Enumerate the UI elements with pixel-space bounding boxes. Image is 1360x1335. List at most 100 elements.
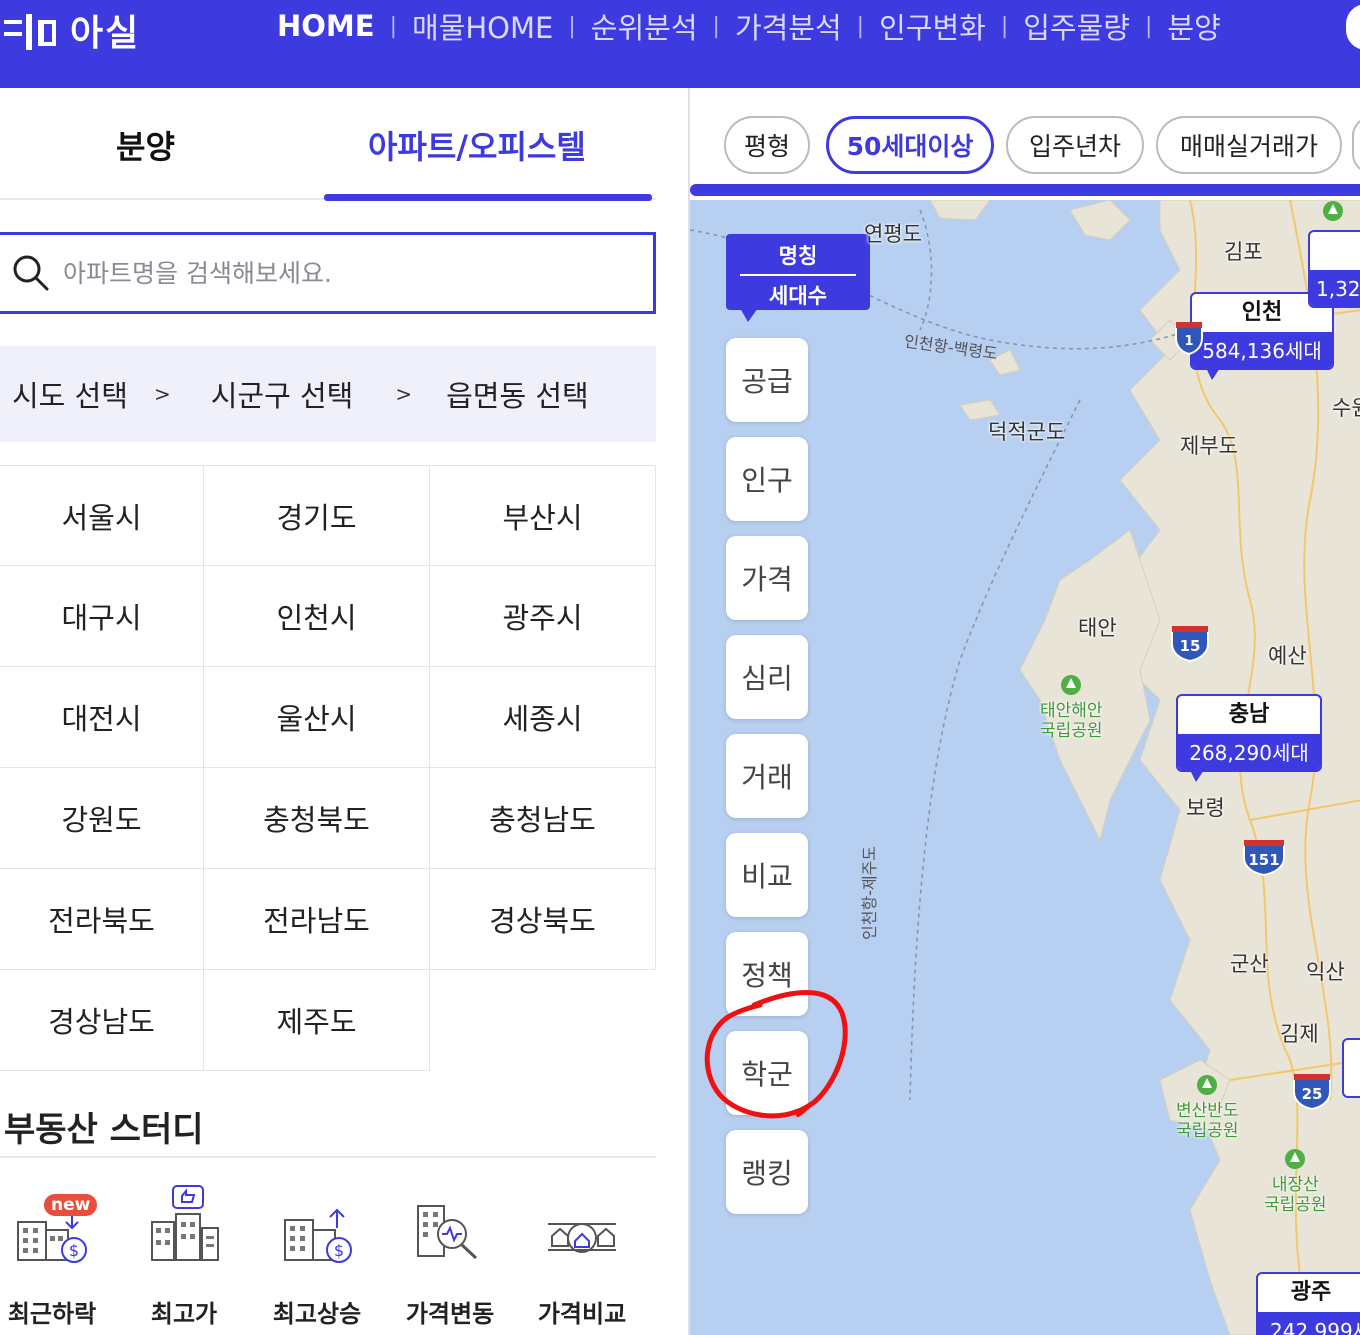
nav-separator: | [568, 13, 576, 39]
region-cell[interactable]: 강원도 [0, 768, 204, 869]
side-button-ranking[interactable]: 랭킹 [726, 1130, 808, 1214]
marker-count: 268,290세대 [1178, 734, 1320, 770]
legend-pointer [740, 308, 758, 322]
main-nav: HOME | 매물HOME | 순위분석 | 가격분석 | 인구변화 | 입주물… [262, 0, 1236, 52]
map-marker-gwangju[interactable]: 광주 242,999세 [1256, 1272, 1360, 1335]
filter-more[interactable] [1352, 116, 1360, 174]
svg-text:$: $ [69, 1241, 79, 1260]
region-cell[interactable]: 서울시 [0, 465, 204, 566]
filter-50-households[interactable]: 50세대이상 [826, 116, 994, 174]
ferry-route-label: 인천항-제주도 [860, 845, 879, 940]
building-thumbs-up-icon [151, 1185, 219, 1261]
breadcrumb-sigungu[interactable]: 시군구 선택 [211, 373, 354, 415]
nav-separator: | [1000, 13, 1009, 39]
side-button-price[interactable]: 가격 [726, 536, 808, 620]
map-marker-chungnam[interactable]: 충남 268,290세대 [1176, 694, 1322, 772]
study-section-title: 부동산 스터디 [4, 1110, 204, 1150]
study-item-highest-rise[interactable]: $ 최고상승 [257, 1184, 377, 1334]
svg-text:$: $ [334, 1241, 344, 1260]
building-magnifier-icon [417, 1205, 478, 1260]
map-filter-bar: 평형 50세대이상 입주년차 매매실거래가 [690, 88, 1360, 200]
search-icon[interactable] [11, 253, 51, 293]
region-cell[interactable]: 충청북도 [204, 768, 430, 869]
left-panel: 분양 아파트/오피스텔 시도 선택 > 시군구 선택 > 읍면동 선택 서울시 … [0, 88, 688, 1335]
park-name: 변산반도 국립공원 [1176, 1101, 1239, 1141]
side-button-compare[interactable]: 비교 [726, 833, 808, 917]
place-label: 김포 [1224, 240, 1263, 264]
region-cell[interactable]: 세종시 [430, 667, 656, 768]
nav-population[interactable]: 인구변화 [864, 5, 1001, 47]
map-legend: 명칭 세대수 [726, 234, 870, 310]
marker-name: 충남 [1228, 702, 1270, 727]
logo-mark-icon [0, 10, 58, 50]
study-item-price-compare[interactable]: 가격비교 [522, 1184, 642, 1334]
region-cell[interactable]: 울산시 [204, 667, 430, 768]
place-label: 제부도 [1180, 434, 1238, 458]
side-button-supply[interactable]: 공급 [726, 338, 808, 422]
region-cell[interactable]: 충청남도 [430, 768, 656, 869]
side-button-transaction[interactable]: 거래 [726, 734, 808, 818]
study-item-label: 최근하락 [7, 1300, 97, 1328]
map-marker-partial[interactable] [1342, 1038, 1360, 1098]
top-navigation-bar: 아실 HOME | 매물HOME | 순위분석 | 가격분석 | 인구변화 | … [0, 0, 1360, 88]
region-cell[interactable]: 경상북도 [430, 869, 656, 970]
region-cell[interactable]: 전라남도 [204, 869, 430, 970]
nav-separator: | [389, 13, 398, 39]
place-label: 태안 [1078, 616, 1117, 640]
study-item-label: 가격비교 [537, 1300, 627, 1328]
filter-size[interactable]: 평형 [724, 116, 810, 174]
region-cell[interactable]: 부산시 [430, 465, 656, 566]
legend-divider [740, 274, 856, 276]
filter-move-in-year[interactable]: 입주년차 [1006, 116, 1144, 174]
highway-shield-icon: 15 [1171, 626, 1209, 662]
highway-shield-icon: 151 [1243, 840, 1285, 876]
highway-number: 1 [1184, 334, 1193, 349]
highway-number: 25 [1302, 1085, 1323, 1103]
side-button-sentiment[interactable]: 심리 [726, 635, 808, 719]
map-area[interactable]: 평형 50세대이상 입주년차 매매실거래가 명칭 세대수 공급 인구 가격 심리… [688, 88, 1360, 1335]
nav-price[interactable]: 가격분석 [720, 5, 857, 47]
nav-listing-home[interactable]: 매물HOME [397, 5, 568, 47]
region-breadcrumb: 시도 선택 > 시군구 선택 > 읍면동 선택 [0, 346, 656, 442]
filter-sale-price[interactable]: 매매실거래가 [1156, 116, 1342, 174]
nav-presale[interactable]: 분양 [1152, 5, 1235, 47]
nav-supply[interactable]: 입주물량 [1008, 5, 1145, 47]
study-menu: new $ 최근하락 최고가 $ 최고상승 가격변동 가격비교 [0, 1184, 656, 1334]
tab-apartment-officetel[interactable]: 아파트/오피스텔 [368, 122, 586, 168]
park-icon [1061, 675, 1082, 695]
region-cell[interactable]: 대전시 [0, 667, 204, 768]
park-icon [1285, 1149, 1306, 1169]
nav-home[interactable]: HOME [262, 9, 390, 43]
region-cell[interactable]: 인천시 [204, 566, 430, 667]
region-cell[interactable]: 광주시 [430, 566, 656, 667]
map-marker-partial[interactable]: 1,322 [1308, 230, 1360, 308]
side-button-population[interactable]: 인구 [726, 437, 808, 521]
region-cell[interactable]: 대구시 [0, 566, 204, 667]
region-cell[interactable]: 경기도 [204, 465, 430, 566]
study-item-recent-drop[interactable]: new $ 최근하락 [0, 1184, 112, 1334]
search-input[interactable] [63, 258, 623, 288]
legend-count-label: 세대수 [769, 284, 827, 308]
house-compare-icon [548, 1223, 616, 1253]
study-item-price-change[interactable]: 가격변동 [390, 1184, 510, 1334]
highway-shield-icon: 25 [1293, 1074, 1331, 1110]
place-label: 익산 [1306, 960, 1345, 984]
breadcrumb-eupmyeondong[interactable]: 읍면동 선택 [446, 373, 589, 415]
region-cell[interactable]: 제주도 [204, 970, 430, 1071]
new-badge: new [44, 1194, 98, 1216]
marker-count: 1,322 [1310, 270, 1360, 306]
study-item-highest-price[interactable]: 최고가 [124, 1184, 244, 1334]
logo[interactable]: 아실 [0, 0, 140, 60]
nav-ranking[interactable]: 순위분석 [576, 5, 713, 47]
user-menu-button[interactable] [1346, 4, 1360, 50]
region-cell[interactable]: 경상남도 [0, 970, 204, 1071]
breadcrumb-sido[interactable]: 시도 선택 [12, 373, 128, 415]
logo-text: 아실 [70, 13, 141, 54]
highway-number: 15 [1180, 637, 1201, 655]
region-cell[interactable]: 전라북도 [0, 869, 204, 970]
filter-bar-underline [690, 184, 1360, 196]
tab-presale[interactable]: 분양 [116, 122, 175, 168]
place-label: 보령 [1186, 796, 1225, 820]
park-label [1322, 200, 1344, 227]
nav-separator: | [856, 13, 865, 39]
